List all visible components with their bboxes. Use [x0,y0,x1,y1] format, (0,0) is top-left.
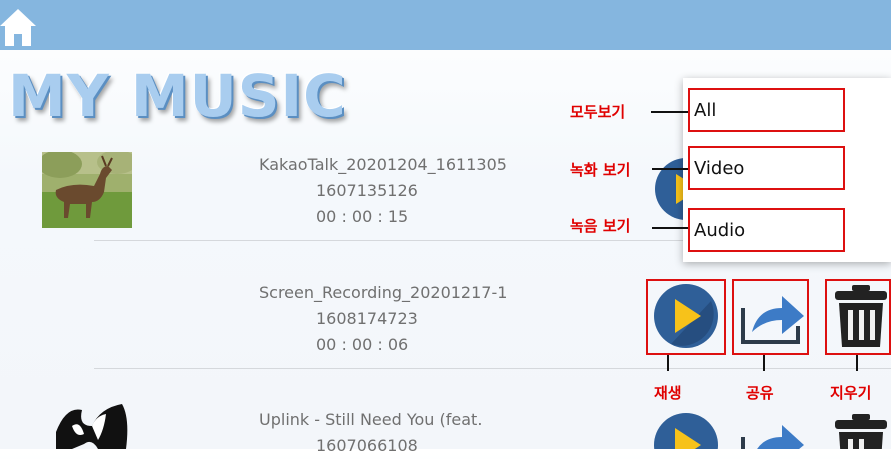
all-annotation: 모두보기 [570,103,626,121]
track-thumbnail-deer[interactable] [38,150,137,228]
filter-option-audio[interactable]: Audio [688,208,845,252]
play-button[interactable] [653,412,719,449]
share-annotation: 공유 [746,384,774,402]
filter-option-video[interactable]: Video [688,146,845,190]
trash-button[interactable] [832,412,890,449]
play-leader-line [667,355,669,371]
play-annotation: 재생 [654,384,682,402]
track-info[interactable]: Uplink - Still Need You (feat. 160706610… [259,407,482,459]
album-art-icon[interactable] [52,404,132,449]
track-id: 1608174723 [316,309,418,328]
audio-leader-line [652,227,688,229]
filter-option-all[interactable]: All [688,88,845,132]
page-title: MY MUSIC [8,62,347,130]
trash-annotation: 지우기 [830,384,872,402]
top-app-bar [0,0,891,50]
audio-annotation: 녹음 보기 [570,217,631,235]
track-id: 1607066108 [316,436,418,455]
trash-highlight-box [825,279,891,355]
all-leader-line [651,111,688,113]
deer-photo-icon [38,150,137,228]
track-name: Screen_Recording_20201217-1 [259,283,508,302]
track-duration: 00 : 00 : 06 [316,335,409,354]
track-duration: 00 : 00 : 15 [316,207,409,226]
track-info[interactable]: Screen_Recording_20201217-1 1608174723 0… [259,280,507,358]
track-info[interactable]: KakaoTalk_20201204_1611305 1607135126 00… [259,152,507,230]
video-leader-line [652,168,688,170]
video-annotation: 녹화 보기 [570,161,631,179]
trash-leader-line [856,355,858,371]
play-highlight-box [646,279,726,355]
track-divider [94,368,891,369]
share-button[interactable] [738,415,806,449]
share-highlight-box [732,279,809,355]
track-name: KakaoTalk_20201204_1611305 [259,155,507,174]
track-id: 1607135126 [316,181,418,200]
share-leader-line [763,355,765,371]
home-icon[interactable] [0,6,44,48]
track-name: Uplink - Still Need You (feat. [259,410,483,429]
